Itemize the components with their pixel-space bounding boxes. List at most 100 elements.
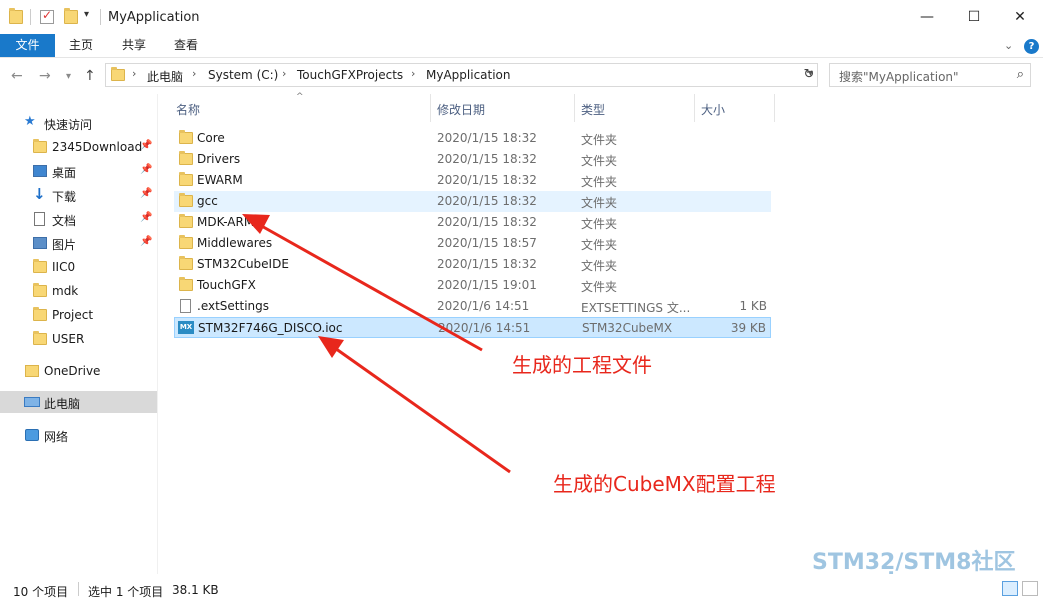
breadcrumb-this-pc[interactable]: 此电脑 — [147, 68, 183, 85]
pin-icon: 📌 — [140, 164, 153, 175]
help-icon[interactable]: ? — [1024, 39, 1039, 54]
close-button[interactable]: ✕ — [997, 0, 1043, 34]
new-folder-icon[interactable] — [64, 8, 78, 24]
folder-icon — [179, 214, 193, 228]
properties-icon[interactable] — [40, 8, 54, 24]
breadcrumb-myapplication[interactable]: MyApplication — [426, 68, 511, 82]
pictures-icon — [33, 237, 47, 249]
file-name: TouchGFX — [197, 278, 256, 292]
back-arrow-icon[interactable]: ← — [11, 68, 23, 84]
file-row-mdk-arm[interactable]: MDK-ARM 2020/1/15 18:32 文件夹 — [174, 212, 771, 233]
chevron-right-icon[interactable]: › — [282, 67, 286, 80]
breadcrumb-touchgfxprojects[interactable]: TouchGFXProjects — [297, 68, 403, 82]
tab-home[interactable]: 主页 — [58, 34, 104, 57]
nav-item-documents[interactable]: 文档 📌 — [0, 208, 157, 230]
column-divider[interactable] — [694, 94, 695, 122]
divider — [78, 582, 79, 596]
tab-file[interactable]: 文件 — [0, 34, 55, 57]
file-date: 2020/1/15 18:32 — [437, 194, 537, 208]
desktop-icon — [33, 165, 47, 177]
chevron-right-icon[interactable]: › — [132, 67, 136, 80]
forward-arrow-icon[interactable]: → — [39, 68, 51, 84]
file-row-touchgfx[interactable]: TouchGFX 2020/1/15 19:01 文件夹 — [174, 275, 771, 296]
file-row-ioc[interactable]: MX STM32F746G_DISCO.ioc 2020/1/6 14:51 S… — [174, 317, 771, 338]
nav-this-pc[interactable]: 此电脑 — [0, 391, 157, 413]
nav-onedrive[interactable]: OneDrive — [0, 360, 157, 382]
folder-icon — [111, 67, 125, 81]
file-type: 文件夹 — [581, 133, 618, 147]
file-icon — [180, 299, 191, 313]
refresh-icon[interactable]: ↻ — [800, 66, 818, 84]
column-header-name[interactable]: 名称 — [176, 94, 200, 122]
file-row-ewarm[interactable]: EWARM 2020/1/15 18:32 文件夹 — [174, 170, 771, 191]
file-date: 2020/1/15 18:32 — [437, 152, 537, 166]
file-date: 2020/1/15 18:57 — [437, 236, 537, 250]
folder-icon — [179, 172, 193, 186]
nav-label: 快速访问 — [44, 118, 93, 132]
pane-divider[interactable] — [157, 94, 158, 574]
tab-view[interactable]: 查看 — [163, 34, 209, 57]
nav-item-pictures[interactable]: 图片 📌 — [0, 232, 157, 254]
maximize-button[interactable]: ☐ — [951, 0, 997, 34]
nav-item-user[interactable]: USER — [0, 328, 157, 350]
file-name: STM32F746G_DISCO.ioc — [198, 321, 343, 335]
details-view-icon[interactable] — [1002, 581, 1018, 596]
file-name: STM32CubeIDE — [197, 257, 289, 271]
up-arrow-icon[interactable]: ↑ — [84, 68, 96, 84]
minimize-button[interactable]: — — [904, 0, 950, 34]
nav-quick-access[interactable]: ★ 快速访问 — [0, 112, 157, 134]
file-row-drivers[interactable]: Drivers 2020/1/15 18:32 文件夹 — [174, 149, 771, 170]
column-header-type[interactable]: 类型 — [581, 94, 605, 122]
file-date: 2020/1/15 19:01 — [437, 278, 537, 292]
column-divider[interactable] — [774, 94, 775, 122]
nav-network[interactable]: 网络 — [0, 424, 157, 446]
star-icon: ★ — [24, 114, 36, 129]
nav-item-desktop[interactable]: 桌面 📌 — [0, 160, 157, 182]
file-name: .extSettings — [197, 299, 270, 313]
nav-label: Project — [52, 308, 94, 322]
folder-icon — [179, 256, 193, 270]
customize-quick-access-chevron-icon[interactable]: ▾ — [84, 9, 89, 20]
file-row-gcc[interactable]: gcc 2020/1/15 18:32 文件夹 — [174, 191, 771, 212]
folder-icon — [33, 307, 47, 321]
onedrive-icon — [25, 365, 39, 377]
file-row-stm32cubeide[interactable]: STM32CubeIDE 2020/1/15 18:32 文件夹 — [174, 254, 771, 275]
chevron-right-icon[interactable]: › — [192, 67, 196, 80]
recent-locations-chevron-icon[interactable]: ▾ — [66, 71, 71, 82]
column-divider[interactable] — [574, 94, 575, 122]
document-icon — [34, 212, 45, 226]
file-type: 文件夹 — [581, 280, 618, 294]
divider — [100, 9, 101, 25]
file-row-extsettings[interactable]: .extSettings 2020/1/6 14:51 EXTSETTINGS … — [174, 296, 771, 317]
nav-item-mdk[interactable]: mdk — [0, 280, 157, 302]
large-icons-view-icon[interactable] — [1022, 581, 1038, 596]
file-name: Core — [197, 131, 225, 145]
address-bar[interactable]: › 此电脑 › System (C:) › TouchGFXProjects ›… — [105, 63, 818, 87]
column-header-size[interactable]: 大小 — [701, 94, 725, 122]
breadcrumb-system-c[interactable]: System (C:) — [208, 68, 278, 82]
column-divider[interactable] — [430, 94, 431, 122]
search-input[interactable]: 搜索"MyApplication" ⌕ — [829, 63, 1031, 87]
file-type: 文件夹 — [581, 238, 618, 252]
pin-icon: 📌 — [140, 140, 153, 151]
nav-item-iic0[interactable]: IIC0 — [0, 256, 157, 278]
column-header-date[interactable]: 修改日期 — [437, 94, 485, 122]
chevron-right-icon[interactable]: › — [411, 67, 415, 80]
folder-icon — [33, 139, 47, 153]
nav-item-2345download[interactable]: 2345Download 📌 — [0, 136, 157, 158]
search-placeholder: 搜索"MyApplication" — [839, 70, 959, 84]
file-date: 2020/1/6 14:51 — [438, 321, 531, 335]
file-date: 2020/1/15 18:32 — [437, 131, 537, 145]
file-row-core[interactable]: Core 2020/1/15 18:32 文件夹 — [174, 128, 771, 149]
nav-item-downloads[interactable]: ↓ 下载 📌 — [0, 184, 157, 206]
selection-count: 选中 1 个项目 — [88, 585, 164, 599]
nav-label: 图片 — [52, 238, 77, 252]
tab-share[interactable]: 共享 — [111, 34, 157, 57]
file-name: Drivers — [197, 152, 241, 166]
nav-label: mdk — [52, 284, 79, 298]
nav-item-project[interactable]: Project — [0, 304, 157, 326]
stm32cubemx-icon: MX — [178, 321, 194, 334]
expand-ribbon-chevron-icon[interactable]: ⌄ — [1004, 39, 1013, 52]
search-icon[interactable]: ⌕ — [1017, 67, 1024, 82]
file-row-middlewares[interactable]: Middlewares 2020/1/15 18:57 文件夹 — [174, 233, 771, 254]
